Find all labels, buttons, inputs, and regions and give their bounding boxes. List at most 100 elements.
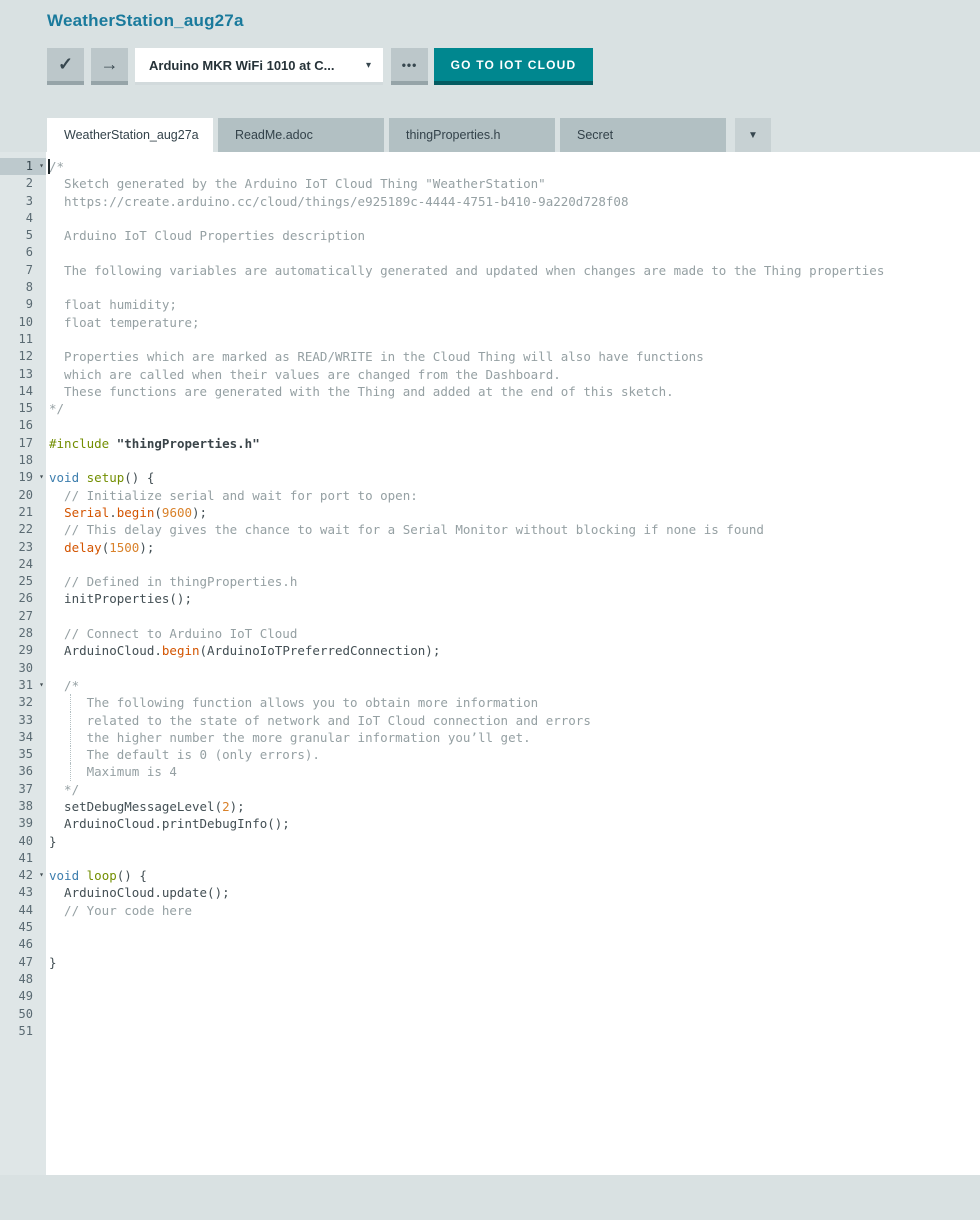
code-text[interactable] bbox=[46, 417, 49, 434]
code-line[interactable]: 34 the higher number the more granular i… bbox=[0, 729, 980, 746]
code-text[interactable]: void setup() { bbox=[46, 469, 154, 486]
code-text[interactable]: float temperature; bbox=[46, 314, 200, 331]
fold-caret-icon[interactable]: ▾ bbox=[39, 866, 44, 883]
code-line[interactable]: 6 bbox=[0, 244, 980, 261]
line-number[interactable]: 5 bbox=[0, 227, 46, 244]
code-editor[interactable]: 1▾/*2 Sketch generated by the Arduino Io… bbox=[0, 152, 980, 1175]
code-text[interactable] bbox=[46, 660, 49, 677]
line-number[interactable]: 51 bbox=[0, 1023, 46, 1040]
code-text[interactable]: https://create.arduino.cc/cloud/things/e… bbox=[46, 193, 628, 210]
line-number[interactable]: 12 bbox=[0, 348, 46, 365]
line-number[interactable]: 46 bbox=[0, 936, 46, 953]
goto-iot-cloud-button[interactable]: GO TO IOT CLOUD bbox=[434, 48, 593, 85]
code-text[interactable] bbox=[46, 988, 49, 1005]
code-line[interactable]: 40} bbox=[0, 833, 980, 850]
line-number[interactable]: 10 bbox=[0, 314, 46, 331]
code-line[interactable]: 42▾void loop() { bbox=[0, 867, 980, 884]
tab-weatherstation[interactable]: WeatherStation_aug27a bbox=[47, 118, 213, 152]
code-line[interactable]: 49 bbox=[0, 988, 980, 1005]
line-number[interactable]: 39 bbox=[0, 815, 46, 832]
code-text[interactable]: related to the state of network and IoT … bbox=[46, 712, 591, 729]
code-line[interactable]: 26 initProperties(); bbox=[0, 590, 980, 607]
code-text[interactable]: */ bbox=[46, 781, 79, 798]
line-number[interactable]: 33 bbox=[0, 712, 46, 729]
upload-button[interactable]: → bbox=[91, 48, 128, 85]
line-number[interactable]: 11 bbox=[0, 331, 46, 348]
code-line[interactable]: 17#include "thingProperties.h" bbox=[0, 435, 980, 452]
code-line[interactable]: 38 setDebugMessageLevel(2); bbox=[0, 798, 980, 815]
code-line[interactable]: 23 delay(1500); bbox=[0, 539, 980, 556]
code-text[interactable] bbox=[46, 608, 49, 625]
code-line[interactable]: 46 bbox=[0, 936, 980, 953]
code-text[interactable]: the higher number the more granular info… bbox=[46, 729, 531, 746]
fold-caret-icon[interactable]: ▾ bbox=[39, 676, 44, 693]
code-text[interactable]: The default is 0 (only errors). bbox=[46, 746, 320, 763]
code-line[interactable]: 39 ArduinoCloud.printDebugInfo(); bbox=[0, 815, 980, 832]
code-text[interactable]: } bbox=[46, 833, 57, 850]
code-text[interactable] bbox=[46, 452, 49, 469]
code-line[interactable]: 31▾ /* bbox=[0, 677, 980, 694]
line-number[interactable]: 27 bbox=[0, 608, 46, 625]
code-text[interactable] bbox=[46, 919, 49, 936]
line-number[interactable]: 7 bbox=[0, 262, 46, 279]
code-lines[interactable]: 1▾/*2 Sketch generated by the Arduino Io… bbox=[0, 158, 980, 1040]
line-number[interactable]: 50 bbox=[0, 1006, 46, 1023]
code-text[interactable]: These functions are generated with the T… bbox=[46, 383, 674, 400]
code-line[interactable]: 37 */ bbox=[0, 781, 980, 798]
code-line[interactable]: 15*/ bbox=[0, 400, 980, 417]
code-text[interactable]: Sketch generated by the Arduino IoT Clou… bbox=[46, 175, 546, 192]
code-text[interactable] bbox=[46, 331, 49, 348]
code-line[interactable]: 18 bbox=[0, 452, 980, 469]
line-number[interactable]: 3 bbox=[0, 193, 46, 210]
code-line[interactable]: 7 The following variables are automatica… bbox=[0, 262, 980, 279]
code-text[interactable]: /* bbox=[46, 677, 79, 694]
line-number[interactable]: 2 bbox=[0, 175, 46, 192]
code-line[interactable]: 35 The default is 0 (only errors). bbox=[0, 746, 980, 763]
line-number[interactable]: 47 bbox=[0, 954, 46, 971]
code-line[interactable]: 43 ArduinoCloud.update(); bbox=[0, 884, 980, 901]
code-text[interactable]: /* bbox=[46, 158, 64, 175]
line-number[interactable]: 8 bbox=[0, 279, 46, 296]
line-number[interactable]: 26 bbox=[0, 590, 46, 607]
code-line[interactable]: 10 float temperature; bbox=[0, 314, 980, 331]
code-line[interactable]: 12 Properties which are marked as READ/W… bbox=[0, 348, 980, 365]
line-number[interactable]: 1▾ bbox=[0, 158, 46, 175]
tab-secret[interactable]: Secret bbox=[560, 118, 726, 152]
code-text[interactable]: // Initialize serial and wait for port t… bbox=[46, 487, 418, 504]
line-number[interactable]: 45 bbox=[0, 919, 46, 936]
code-line[interactable]: 22 // This delay gives the chance to wai… bbox=[0, 521, 980, 538]
code-text[interactable]: ArduinoCloud.printDebugInfo(); bbox=[46, 815, 290, 832]
code-text[interactable]: // Connect to Arduino IoT Cloud bbox=[46, 625, 297, 642]
code-text[interactable] bbox=[46, 850, 49, 867]
line-number[interactable]: 48 bbox=[0, 971, 46, 988]
code-line[interactable]: 28 // Connect to Arduino IoT Cloud bbox=[0, 625, 980, 642]
line-number[interactable]: 30 bbox=[0, 660, 46, 677]
code-text[interactable]: float humidity; bbox=[46, 296, 177, 313]
code-line[interactable]: 50 bbox=[0, 1006, 980, 1023]
line-number[interactable]: 28 bbox=[0, 625, 46, 642]
code-text[interactable]: Maximum is 4 bbox=[46, 763, 177, 780]
line-number[interactable]: 23 bbox=[0, 539, 46, 556]
line-number[interactable]: 18 bbox=[0, 452, 46, 469]
code-line[interactable]: 9 float humidity; bbox=[0, 296, 980, 313]
code-line[interactable]: 45 bbox=[0, 919, 980, 936]
line-number[interactable]: 41 bbox=[0, 850, 46, 867]
line-number[interactable]: 21 bbox=[0, 504, 46, 521]
code-text[interactable]: Arduino IoT Cloud Properties description bbox=[46, 227, 365, 244]
line-number[interactable]: 15 bbox=[0, 400, 46, 417]
line-number[interactable]: 38 bbox=[0, 798, 46, 815]
code-line[interactable]: 14 These functions are generated with th… bbox=[0, 383, 980, 400]
line-number[interactable]: 37 bbox=[0, 781, 46, 798]
line-number[interactable]: 44 bbox=[0, 902, 46, 919]
verify-button[interactable]: ✓ bbox=[47, 48, 84, 85]
code-text[interactable] bbox=[46, 1023, 49, 1040]
line-number[interactable]: 43 bbox=[0, 884, 46, 901]
line-number[interactable]: 34 bbox=[0, 729, 46, 746]
code-line[interactable]: 5 Arduino IoT Cloud Properties descripti… bbox=[0, 227, 980, 244]
line-number[interactable]: 36 bbox=[0, 763, 46, 780]
code-line[interactable]: 8 bbox=[0, 279, 980, 296]
line-number[interactable]: 40 bbox=[0, 833, 46, 850]
line-number[interactable]: 16 bbox=[0, 417, 46, 434]
code-line[interactable]: 1▾/* bbox=[0, 158, 980, 175]
code-text[interactable]: // Your code here bbox=[46, 902, 192, 919]
